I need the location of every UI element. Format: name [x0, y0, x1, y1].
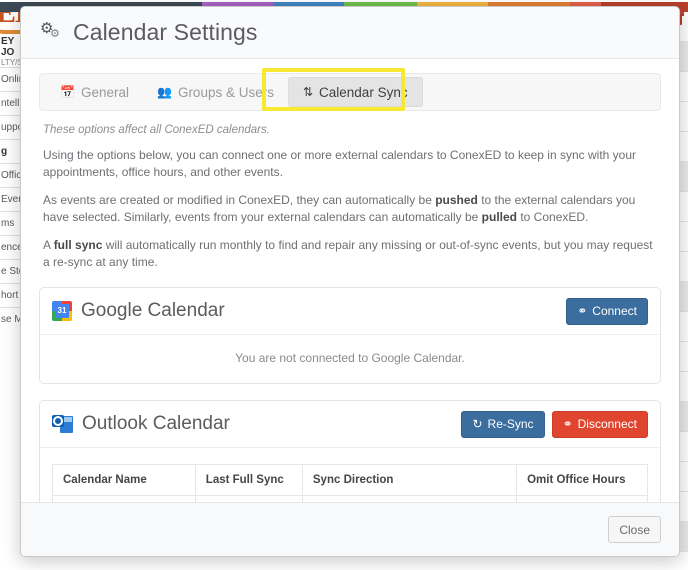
close-button-label: Close — [619, 522, 650, 537]
google-calendar-icon: 31 — [52, 301, 72, 322]
outlook-resync-label: Re-Sync — [487, 417, 534, 432]
outlook-calendar-header: Outlook Calendar ↻ Re-Sync ⚭ Disconnect — [40, 401, 660, 449]
google-calendar-title: Google Calendar — [81, 300, 225, 322]
col-sync-direction: Sync Direction — [301, 464, 518, 497]
tab-general-label: General — [80, 84, 129, 100]
cogs-icon: ⚙ ⚙ — [40, 19, 60, 40]
sync-arrows-icon: ⇅ — [302, 85, 314, 99]
unplug-icon: ⚭ — [562, 417, 573, 432]
col-omit-office-hours: Omit Office Hours — [516, 464, 648, 497]
plug-icon: ⚭ — [577, 304, 588, 319]
calendar-sync-table: Calendar Name Last Full Sync Sync Direct… — [52, 464, 648, 502]
tab-bar: 📅 General 👥 Groups & Users ⇅ Calendar Sy… — [39, 68, 661, 111]
google-connect-label: Connect — [592, 304, 637, 319]
google-connect-button[interactable]: ⚭ Connect — [566, 297, 648, 325]
col-calendar-name: Calendar Name — [52, 464, 196, 497]
modal-footer: Close — [21, 502, 679, 556]
table-header-row: Calendar Name Last Full Sync Sync Direct… — [52, 464, 648, 497]
refresh-icon: ↻ — [472, 417, 483, 432]
outlook-calendar-card: Outlook Calendar ↻ Re-Sync ⚭ Disconnect — [39, 400, 661, 502]
outlook-calendar-body: Calendar Name Last Full Sync Sync Direct… — [40, 448, 660, 502]
google-calendar-icon-day: 31 — [55, 304, 69, 319]
outlook-calendar-title: Outlook Calendar — [82, 413, 230, 435]
tab-calendar-sync-label: Calendar Sync — [319, 84, 408, 100]
paragraph-3: A full sync will automatically run month… — [43, 238, 653, 270]
tab-general[interactable]: 📅 General — [46, 77, 143, 107]
page-title: Calendar Settings — [73, 19, 258, 45]
tab-calendar-sync[interactable]: ⇅ Calendar Sync — [287, 77, 423, 107]
users-icon: 👥 — [156, 85, 172, 99]
intro-note: These options affect all ConexED calenda… — [43, 124, 270, 136]
outlook-calendar-icon — [52, 414, 73, 434]
modal-body: 📅 General 👥 Groups & Users ⇅ Calendar Sy… — [21, 59, 679, 502]
col-last-full-sync: Last Full Sync — [194, 464, 303, 497]
google-calendar-body: You are not connected to Google Calendar… — [40, 335, 660, 383]
google-connection-status: You are not connected to Google Calendar… — [235, 351, 465, 366]
google-calendar-card: 31 Google Calendar ⚭ Connect You are not… — [39, 287, 661, 385]
paragraph-1: Using the options below, you can connect… — [43, 148, 636, 180]
calendar-settings-modal: ⚙ ⚙ Calendar Settings 📅 General 👥 Groups… — [20, 6, 680, 557]
outlook-resync-button[interactable]: ↻ Re-Sync — [461, 410, 545, 438]
outlook-disconnect-label: Disconnect — [577, 417, 637, 432]
close-button[interactable]: Close — [608, 516, 661, 543]
paragraph-2: As events are created or modified in Con… — [43, 193, 636, 225]
outlook-disconnect-button[interactable]: ⚭ Disconnect — [551, 410, 648, 438]
calendar-icon: 📅 — [60, 85, 75, 99]
google-calendar-header: 31 Google Calendar ⚭ Connect — [40, 288, 660, 336]
tab-groups-users[interactable]: 👥 Groups & Users — [143, 77, 288, 107]
tab-groups-users-label: Groups & Users — [177, 84, 274, 100]
modal-header: ⚙ ⚙ Calendar Settings — [21, 7, 679, 59]
